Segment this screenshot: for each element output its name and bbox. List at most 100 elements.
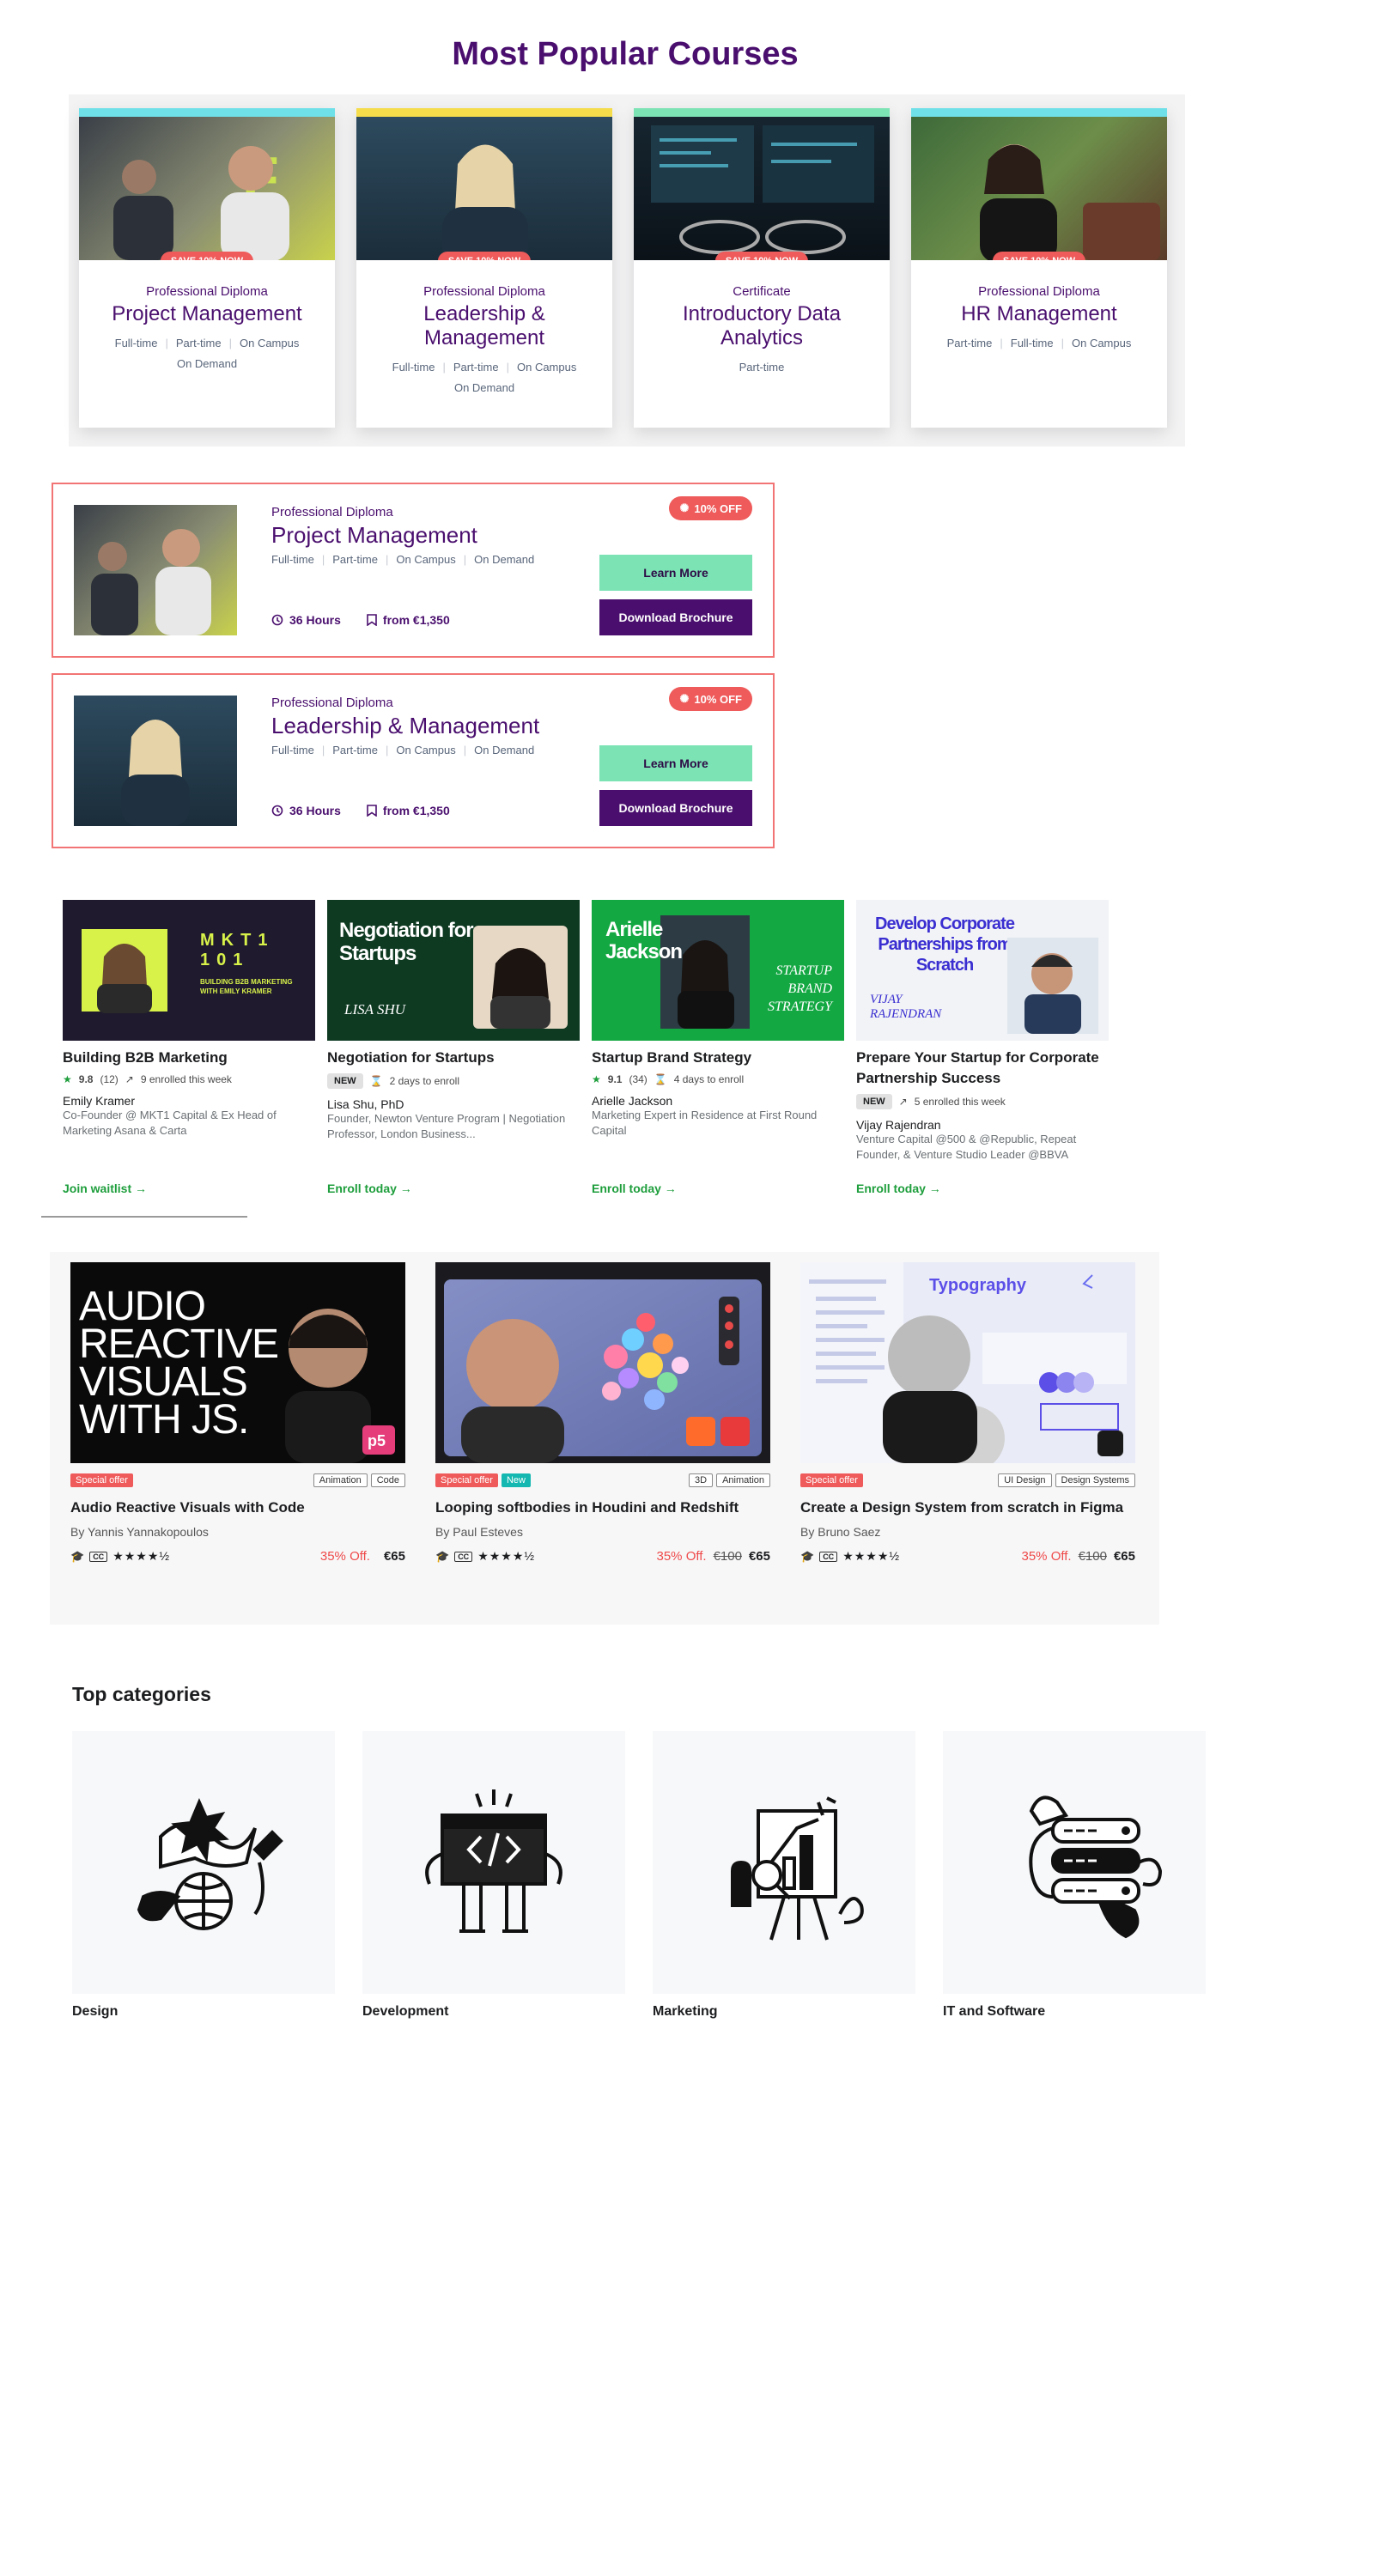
top-categories-title: Top categories <box>72 1683 211 1705</box>
course-footer: 🎓 CC ★★★★½ 35% Off. €65 <box>70 1549 405 1564</box>
course-thumbnail <box>74 505 237 635</box>
course-hours: 36 Hours <box>289 613 341 627</box>
instructor-desc: Marketing Expert in Residence at First R… <box>592 1109 818 1137</box>
category-label[interactable]: IT and Software <box>943 2004 1206 2020</box>
course-name[interactable]: Leadership & Management <box>372 302 597 350</box>
masterclass-title[interactable]: Prepare Your Startup for Corporate Partn… <box>856 1048 1109 1089</box>
learn-more-button[interactable]: Learn More <box>599 555 752 591</box>
instructor-desc: Co-Founder @ MKT1 Capital & Ex Head of M… <box>63 1109 277 1137</box>
scroll-indicator <box>41 1216 247 1218</box>
masterclass-card[interactable]: Arielle Jackson STARTUP BRAND STRATEGY S… <box>592 900 844 1195</box>
course-name[interactable]: Project Management <box>94 302 319 326</box>
course-thumbnail <box>74 696 237 826</box>
design-illustration-icon <box>72 1731 335 1994</box>
download-brochure-button[interactable]: Download Brochure <box>599 790 752 826</box>
course-list-card[interactable]: Professional Diploma Project Management … <box>52 483 775 658</box>
masterclass-title[interactable]: Building B2B Marketing <box>63 1048 315 1068</box>
learn-more-button[interactable]: Learn More <box>599 745 752 781</box>
course-list-card[interactable]: Professional Diploma Leadership & Manage… <box>52 673 775 848</box>
course-name[interactable]: HR Management <box>927 302 1152 326</box>
svg-text:p5: p5 <box>368 1432 386 1449</box>
discount-text: 35% Off. <box>656 1549 707 1564</box>
design-course-card[interactable]: Typography Special offer UI Design Design… <box>800 1262 1135 1564</box>
course-price: from €1,350 <box>382 804 450 817</box>
enroll-today-link[interactable]: Enroll today → <box>327 1182 412 1195</box>
new-badge: NEW <box>856 1094 892 1109</box>
download-brochure-button[interactable]: Download Brochure <box>599 599 752 635</box>
course-name[interactable]: Leadership & Management <box>271 713 539 739</box>
course-type: Professional Diploma <box>423 284 545 299</box>
category-label[interactable]: Marketing <box>653 2004 915 2020</box>
course-footer: 🎓 CC ★★★★½ 35% Off. €100 €65 <box>435 1549 770 1564</box>
course-name[interactable]: Introductory Data Analytics <box>649 302 874 350</box>
save-badge: SAVE 10% NOW <box>437 252 532 260</box>
masterclass-image: Arielle Jackson STARTUP BRAND STRATEGY <box>592 900 844 1041</box>
instructor-desc: Venture Capital @500 & @Republic, Repeat… <box>856 1133 1077 1161</box>
course-title[interactable]: Audio Reactive Visuals with Code <box>70 1499 405 1516</box>
category-card-marketing[interactable]: Marketing <box>653 1731 915 2020</box>
it-software-illustration-icon <box>943 1731 1206 1994</box>
course-title[interactable]: Looping softbodies in Houdini and Redshi… <box>435 1499 770 1516</box>
certificate-icon: 🎓 <box>70 1549 85 1563</box>
new-badge: NEW <box>327 1073 363 1089</box>
masterclass-title[interactable]: Startup Brand Strategy <box>592 1048 844 1068</box>
masterclass-card[interactable]: MKT1 101 BUILDING B2B MARKETING WITH EMI… <box>63 900 315 1195</box>
bookmark-icon <box>367 805 377 817</box>
discount-badge: ✺ 10% OFF <box>669 687 752 711</box>
category-label[interactable]: Development <box>362 2004 625 2020</box>
instructor-desc: Founder, Newton Venture Program | Negoti… <box>327 1112 566 1140</box>
category-card-design[interactable]: Design <box>72 1731 335 2020</box>
masterclass-card[interactable]: Develop Corporate Partnerships from Scra… <box>856 900 1109 1195</box>
enroll-today-link[interactable]: Enroll today → <box>592 1182 677 1195</box>
topic-tag: Design Systems <box>1055 1473 1135 1487</box>
old-price: €100 <box>1078 1549 1107 1564</box>
current-price: €65 <box>383 1549 405 1564</box>
category-card-it-software[interactable]: IT and Software <box>943 1731 1206 2020</box>
join-waitlist-link[interactable]: Join waitlist → <box>63 1182 147 1195</box>
course-tags: Special offer Animation Code <box>70 1473 405 1487</box>
course-tags: Special offer UI Design Design Systems <box>800 1473 1135 1487</box>
course-thumbnail: Typography <box>800 1262 1135 1463</box>
popular-course-card[interactable]: F SAVE 10% NOW Professional Diploma Proj… <box>79 108 335 428</box>
popular-courses-title: Most Popular Courses <box>452 36 799 72</box>
course-title[interactable]: Create a Design System from scratch in F… <box>800 1499 1135 1516</box>
old-price: €100 <box>713 1549 742 1564</box>
course-name[interactable]: Project Management <box>271 522 477 549</box>
star-icon: ★ <box>592 1073 601 1085</box>
enroll-today-link[interactable]: Enroll today → <box>856 1182 941 1195</box>
certificate-icon: 🎓 <box>800 1549 815 1563</box>
instructor-name: Lisa Shu, PhD <box>327 1097 404 1111</box>
card-accent-bar <box>911 108 1167 117</box>
course-author: By Bruno Saez <box>800 1525 881 1539</box>
save-badge: SAVE 10% NOW <box>714 252 809 260</box>
special-offer-tag: Special offer <box>435 1473 498 1487</box>
category-card-development[interactable]: Development <box>362 1731 625 2020</box>
hourglass-icon: ⌛ <box>369 1075 383 1087</box>
topic-tag: UI Design <box>998 1473 1052 1487</box>
course-type: Professional Diploma <box>271 505 393 519</box>
topic-tag: Code <box>370 1473 405 1487</box>
popular-course-card[interactable]: SAVE 10% NOW Professional Diploma Leader… <box>356 108 612 428</box>
popular-course-card[interactable]: SAVE 10% NOW Professional Diploma HR Man… <box>911 108 1167 428</box>
card-accent-bar <box>634 108 890 117</box>
instructor-name: Arielle Jackson <box>592 1094 673 1108</box>
course-type: Professional Diploma <box>146 284 268 299</box>
rating-stars: ★★★★½ <box>112 1549 171 1563</box>
popular-course-card[interactable]: SAVE 10% NOW Certificate Introductory Da… <box>634 108 890 428</box>
masterclass-title[interactable]: Negotiation for Startups <box>327 1048 580 1068</box>
category-label[interactable]: Design <box>72 2004 335 2020</box>
masterclass-card[interactable]: Negotiation for Startups LISA SHU Negoti… <box>327 900 580 1195</box>
course-thumbnail <box>435 1262 770 1463</box>
current-price: €65 <box>1113 1549 1135 1564</box>
design-course-card[interactable]: AUDIO REACTIVE VISUALS WITH JS. p5 Speci… <box>70 1262 405 1564</box>
course-modes: Full-timePart-timeOn CampusOn Demand <box>96 333 318 374</box>
clock-icon <box>271 614 283 626</box>
discount-text: 35% Off. <box>1021 1549 1072 1564</box>
masterclass-rating: NEW ⌛ 2 days to enroll <box>327 1073 580 1089</box>
course-photo: SAVE 10% NOW <box>911 117 1167 260</box>
design-course-card[interactable]: Special offer New 3D Animation Looping sof… <box>435 1262 770 1564</box>
special-offer-tag: Special offer <box>800 1473 863 1487</box>
trend-icon: ↗ <box>898 1096 908 1108</box>
course-meta: 36 Hours from €1,350 <box>271 613 450 627</box>
course-tags: Special offer New 3D Animation <box>435 1473 770 1487</box>
